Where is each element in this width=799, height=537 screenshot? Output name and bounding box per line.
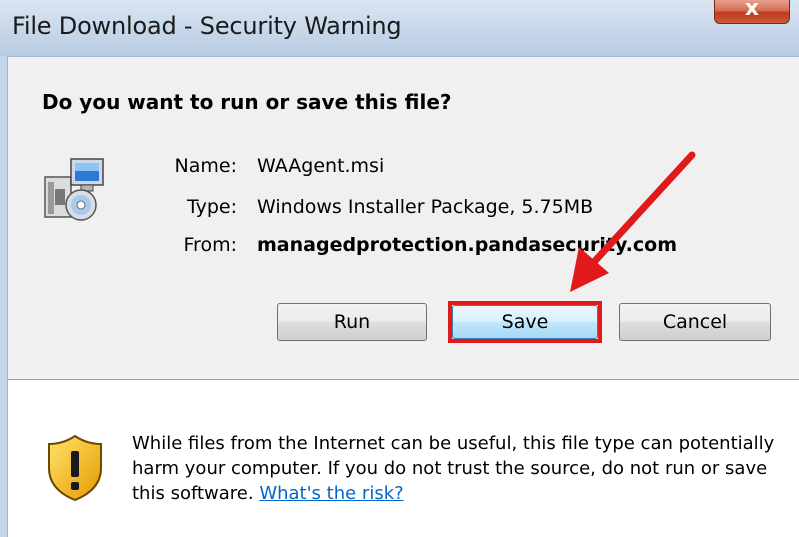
cancel-button[interactable]: Cancel <box>619 303 771 341</box>
close-icon: x <box>744 0 760 21</box>
security-shield-icon <box>48 434 102 502</box>
type-label: Type: <box>186 196 237 218</box>
close-button[interactable]: x <box>714 0 790 24</box>
title-bar: File Download - Security Warning x <box>0 0 799 57</box>
file-source: managedprotection.pandasecurity.com <box>257 234 677 256</box>
save-button[interactable]: Save <box>452 305 598 339</box>
warning-panel: While files from the Internet can be use… <box>8 380 799 537</box>
dialog-question: Do you want to run or save this file? <box>42 90 452 114</box>
warning-text: While files from the Internet can be use… <box>132 433 775 504</box>
window-frame-left <box>0 56 8 537</box>
save-highlight-box: Save <box>448 301 602 343</box>
file-name: WAAgent.msi <box>257 155 385 177</box>
window-title: File Download - Security Warning <box>12 12 402 40</box>
run-button[interactable]: Run <box>277 303 427 341</box>
installer-package-icon <box>44 158 104 221</box>
name-label: Name: <box>174 155 237 177</box>
warning-message: While files from the Internet can be use… <box>132 431 792 506</box>
file-type: Windows Installer Package, 5.75MB <box>257 196 594 218</box>
whats-the-risk-link[interactable]: What's the risk? <box>259 483 403 504</box>
from-label: From: <box>183 234 237 256</box>
dialog-content: Do you want to run or save this file? Na… <box>8 57 799 379</box>
